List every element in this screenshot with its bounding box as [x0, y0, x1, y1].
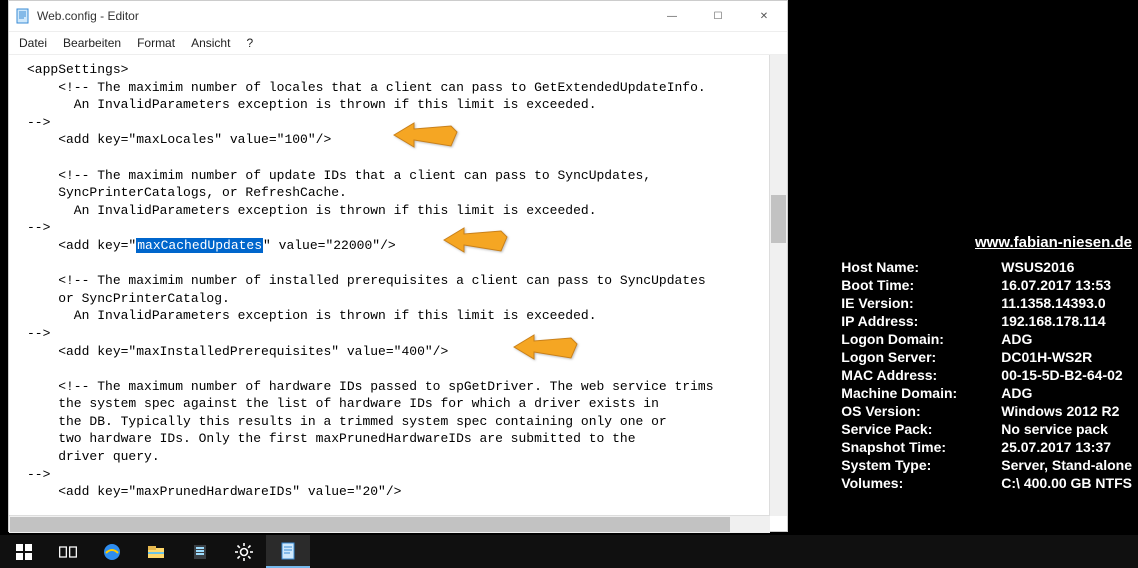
overlay-value: 00-15-5D-B2-64-02	[1001, 366, 1132, 384]
vertical-scrollbar-thumb[interactable]	[771, 195, 786, 243]
menu-ansicht[interactable]: Ansicht	[191, 36, 230, 50]
overlay-value: ADG	[1001, 384, 1132, 402]
overlay-value: 25.07.2017 13:37	[1001, 438, 1132, 456]
overlay-label: MAC Address:	[841, 366, 1001, 384]
ie-icon[interactable]	[90, 535, 134, 568]
overlay-value: DC01H-WS2R	[1001, 348, 1132, 366]
start-button[interactable]	[2, 535, 46, 568]
selected-text[interactable]: maxCachedUpdates	[136, 238, 263, 253]
minimize-button[interactable]: —	[649, 1, 695, 31]
overlay-value: 192.168.178.114	[1001, 312, 1132, 330]
notepad-window: Web.config - Editor — ☐ ✕ Datei Bearbeit…	[8, 0, 788, 532]
window-title: Web.config - Editor	[37, 9, 649, 23]
vertical-scrollbar[interactable]	[769, 55, 787, 516]
overlay-value: C:\ 400.00 GB NTFS	[1001, 474, 1132, 492]
server-manager-icon[interactable]	[178, 535, 222, 568]
overlay-label: Logon Domain:	[841, 330, 1001, 348]
desktop-info-overlay: www.fabian-niesen.de Host Name:WSUS2016B…	[841, 234, 1132, 492]
horizontal-scrollbar-thumb[interactable]	[10, 517, 730, 532]
menu-help[interactable]: ?	[246, 36, 253, 50]
taskbar[interactable]	[0, 535, 1138, 568]
overlay-value: WSUS2016	[1001, 258, 1132, 276]
settings-gear-icon[interactable]	[222, 535, 266, 568]
overlay-label: Snapshot Time:	[841, 438, 1001, 456]
taskbar-notepad-icon[interactable]	[266, 535, 310, 568]
overlay-label: IE Version:	[841, 294, 1001, 312]
close-button[interactable]: ✕	[741, 1, 787, 31]
notepad-icon	[15, 8, 31, 24]
taskview-icon[interactable]	[46, 535, 90, 568]
overlay-value: ADG	[1001, 330, 1132, 348]
overlay-value: 11.1358.14393.0	[1001, 294, 1132, 312]
overlay-label: Host Name:	[841, 258, 1001, 276]
editor-content[interactable]: <appSettings> <!-- The maximim number of…	[9, 55, 770, 516]
explorer-icon[interactable]	[134, 535, 178, 568]
editor-body: <appSettings> <!-- The maximim number of…	[9, 55, 787, 533]
overlay-label: IP Address:	[841, 312, 1001, 330]
menu-datei[interactable]: Datei	[19, 36, 47, 50]
overlay-value: 16.07.2017 13:53	[1001, 276, 1132, 294]
overlay-label: Service Pack:	[841, 420, 1001, 438]
overlay-table: Host Name:WSUS2016Boot Time:16.07.2017 1…	[841, 258, 1132, 492]
overlay-url: www.fabian-niesen.de	[841, 234, 1132, 252]
maximize-button[interactable]: ☐	[695, 1, 741, 31]
overlay-label: OS Version:	[841, 402, 1001, 420]
window-controls: — ☐ ✕	[649, 1, 787, 31]
overlay-label: Logon Server:	[841, 348, 1001, 366]
overlay-label: Boot Time:	[841, 276, 1001, 294]
overlay-value: Windows 2012 R2	[1001, 402, 1132, 420]
overlay-value: Server, Stand-alone	[1001, 456, 1132, 474]
titlebar[interactable]: Web.config - Editor — ☐ ✕	[9, 1, 787, 32]
overlay-value: No service pack	[1001, 420, 1132, 438]
overlay-label: Volumes:	[841, 474, 1001, 492]
menubar: Datei Bearbeiten Format Ansicht ?	[9, 32, 787, 55]
overlay-label: System Type:	[841, 456, 1001, 474]
horizontal-scrollbar[interactable]	[9, 515, 770, 533]
menu-bearbeiten[interactable]: Bearbeiten	[63, 36, 121, 50]
overlay-label: Machine Domain:	[841, 384, 1001, 402]
menu-format[interactable]: Format	[137, 36, 175, 50]
